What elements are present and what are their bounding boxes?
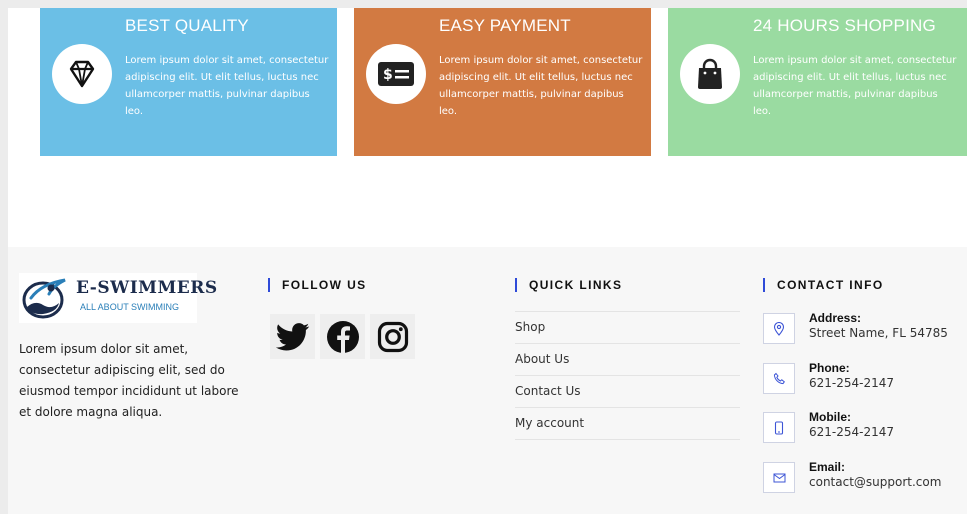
mobile-icon xyxy=(763,412,795,443)
instagram-icon xyxy=(377,321,408,352)
swimmer-logo-icon xyxy=(22,278,66,319)
svg-text:$: $ xyxy=(383,67,393,83)
contact-info-heading: CONTACT INFO xyxy=(763,278,884,292)
feature-title: EASY PAYMENT xyxy=(439,16,571,35)
contact-mobile: Mobile: 621-254-2147 xyxy=(763,410,963,446)
facebook-icon xyxy=(326,320,359,354)
link-shop[interactable]: Shop xyxy=(515,312,740,344)
contact-label: Address: xyxy=(809,311,862,325)
contact-phone: Phone: 621-254-2147 xyxy=(763,361,963,397)
feature-description: Lorem ipsum dolor sit amet, consectetur … xyxy=(439,55,643,117)
brand-name: E-SWIMMERS xyxy=(76,278,218,298)
brand-logo[interactable]: E-SWIMMERS ALL ABOUT SWIMMING xyxy=(19,273,217,323)
feature-card-shopping: 24 HOURS SHOPPING Lorem ipsum dolor sit … xyxy=(668,8,967,156)
feature-description: Lorem ipsum dolor sit amet, consectetur … xyxy=(753,55,957,117)
phone-icon xyxy=(763,363,795,394)
twitter-icon xyxy=(275,322,309,350)
page: BEST QUALITY Lorem ipsum dolor sit amet,… xyxy=(8,8,967,514)
instagram-button[interactable] xyxy=(370,314,415,359)
contact-value: 621-254-2147 xyxy=(809,425,895,439)
brand-tagline: ALL ABOUT SWIMMING xyxy=(80,302,180,312)
follow-us-heading: FOLLOW US xyxy=(268,278,367,292)
twitter-button[interactable] xyxy=(270,314,315,359)
contact-label: Email: xyxy=(809,460,846,474)
map-pin-icon xyxy=(763,313,795,344)
diamond-icon xyxy=(52,44,112,104)
contact-label: Phone: xyxy=(809,361,850,375)
money-bill-icon: $ xyxy=(366,44,426,104)
contact-value[interactable]: contact@support.com xyxy=(809,475,941,489)
link-about-us[interactable]: About Us xyxy=(515,344,740,376)
quick-links-list: Shop About Us Contact Us My account xyxy=(515,311,740,440)
envelope-icon xyxy=(763,462,795,493)
contact-email: Email: contact@support.com xyxy=(763,460,963,496)
feature-title: BEST QUALITY xyxy=(125,16,249,35)
link-my-account[interactable]: My account xyxy=(515,408,740,440)
facebook-button[interactable] xyxy=(320,314,365,359)
about-text: Lorem ipsum dolor sit amet, consectetur … xyxy=(19,342,239,419)
shopping-bag-icon xyxy=(680,44,740,104)
feature-description: Lorem ipsum dolor sit amet, consectetur … xyxy=(125,55,329,117)
contact-value: 621-254-2147 xyxy=(809,376,895,390)
link-contact-us[interactable]: Contact Us xyxy=(515,376,740,408)
feature-card-quality: BEST QUALITY Lorem ipsum dolor sit amet,… xyxy=(40,8,337,156)
contact-label: Mobile: xyxy=(809,410,851,424)
contact-address: Address: Street Name, FL 54785 xyxy=(763,311,963,347)
quick-links-heading: QUICK LINKS xyxy=(515,278,622,292)
feature-title: 24 HOURS SHOPPING xyxy=(753,16,936,35)
feature-card-payment: $ EASY PAYMENT Lorem ipsum dolor sit ame… xyxy=(354,8,651,156)
contact-value: Street Name, FL 54785 xyxy=(809,326,948,340)
